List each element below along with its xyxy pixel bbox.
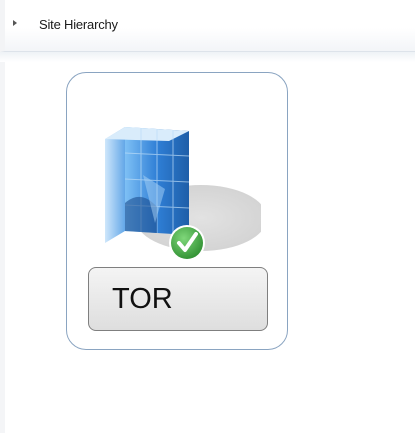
- breadcrumb-label[interactable]: Site Hierarchy: [39, 17, 118, 32]
- check-icon: [171, 227, 203, 259]
- left-edge: [0, 62, 5, 433]
- breadcrumb-shadow: [0, 52, 415, 62]
- breadcrumb: Site Hierarchy: [0, 0, 415, 52]
- site-tile[interactable]: TOR: [66, 72, 288, 350]
- server-icon: [105, 127, 261, 261]
- site-code: TOR: [112, 283, 173, 315]
- chevron-right-icon[interactable]: [13, 20, 17, 26]
- site-label-box[interactable]: TOR: [88, 267, 268, 331]
